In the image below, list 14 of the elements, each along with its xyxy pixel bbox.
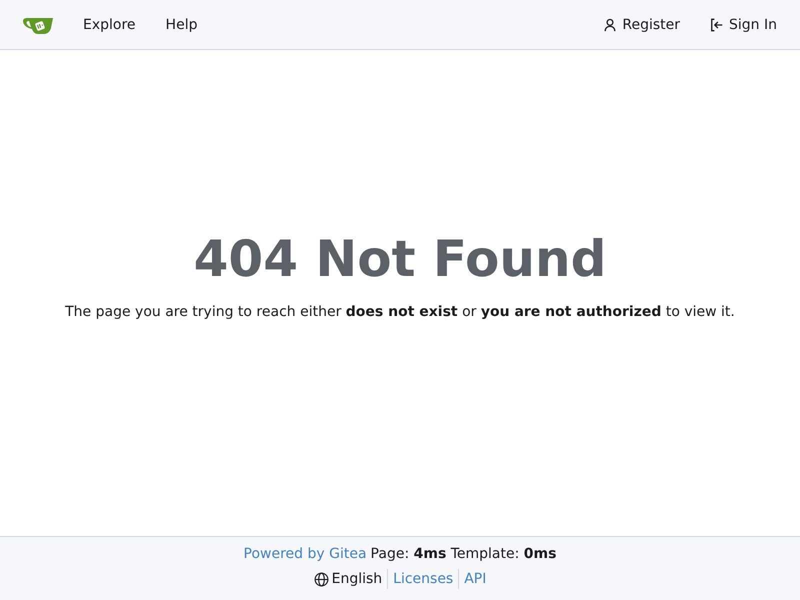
sign-in-icon bbox=[710, 18, 724, 32]
powered-by-link[interactable]: Powered by Gitea bbox=[244, 546, 367, 562]
nav-link[interactable]: Help bbox=[150, 8, 212, 40]
nav-link[interactable]: Explore bbox=[68, 8, 151, 40]
error-message: The page you are trying to reach either does not exist or you are not authorized to view it. bbox=[65, 304, 735, 320]
footer-link[interactable]: Licenses bbox=[387, 569, 458, 589]
sign-in-link[interactable]: Sign In bbox=[695, 8, 792, 40]
page-title: 404 Not Found bbox=[194, 229, 606, 290]
globe-icon bbox=[314, 572, 329, 586]
language-selector[interactable]: English bbox=[308, 569, 388, 589]
footer-link[interactable]: API bbox=[458, 569, 492, 589]
render-time: Page: 4ms Template: 0ms bbox=[370, 546, 556, 562]
user-icon bbox=[603, 18, 618, 32]
register-link[interactable]: Register bbox=[588, 8, 695, 40]
